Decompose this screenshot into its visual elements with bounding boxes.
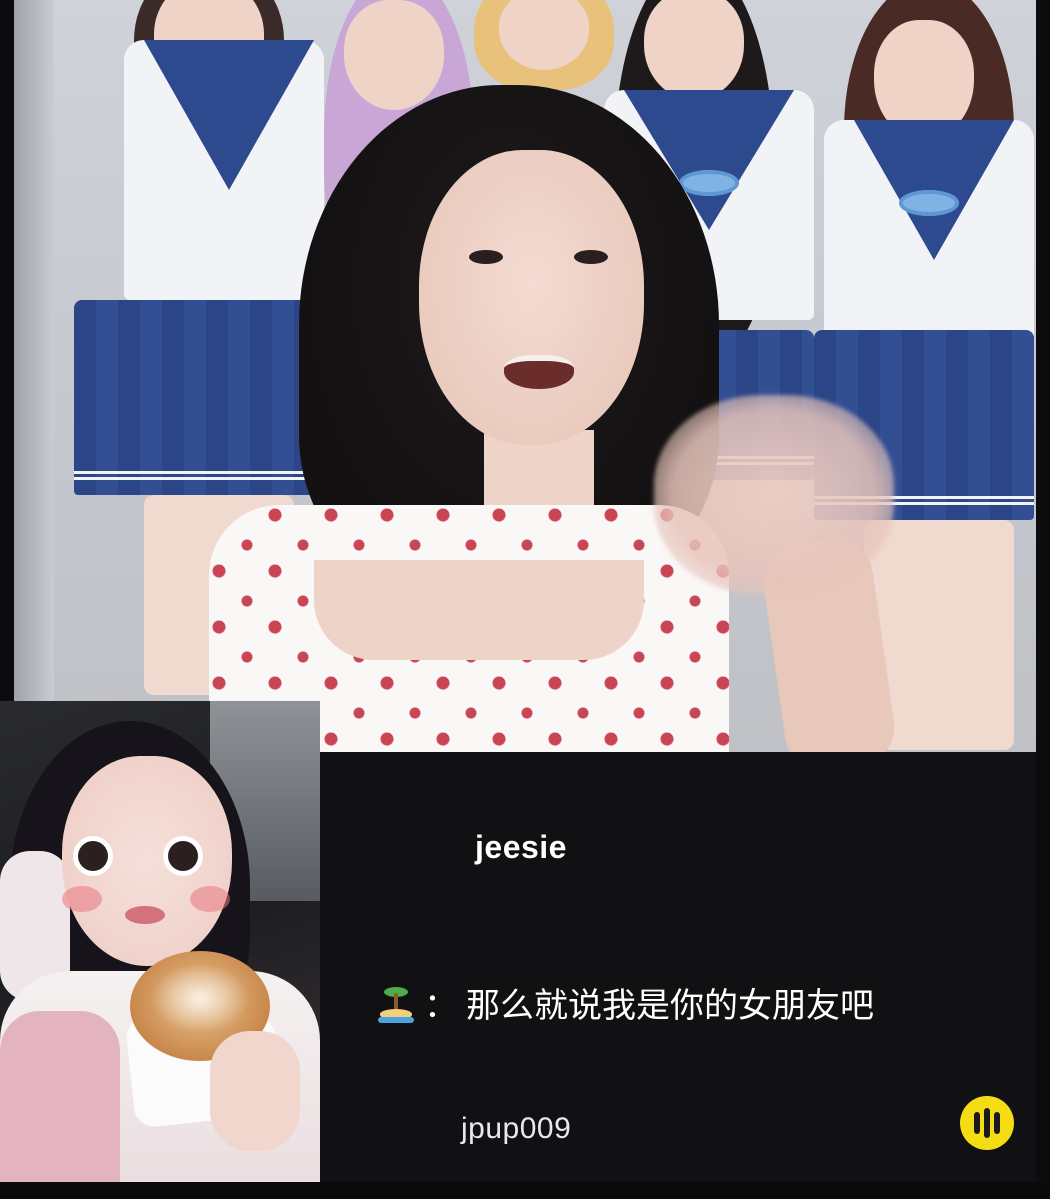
pip-eye [78, 841, 108, 871]
chat-panel [320, 752, 1036, 1182]
voice-wave-icon [974, 1112, 980, 1134]
streamer-mouth [504, 355, 574, 389]
wall-edge [14, 0, 54, 752]
bottom-edge [0, 1182, 1050, 1199]
pip-blush [190, 886, 230, 912]
pip-donut-sugar [150, 963, 250, 1033]
chat-message[interactable]: ： 那么就说我是你的女朋友吧 [378, 978, 874, 1027]
streamer-hand [654, 395, 894, 595]
chat-username[interactable]: jpup009 [461, 1112, 571, 1146]
voice-button[interactable] [960, 1096, 1014, 1150]
pip-eye [168, 841, 198, 871]
pip-blush [62, 886, 102, 912]
pip-hand [210, 1031, 300, 1151]
main-video-feed[interactable] [14, 0, 1036, 752]
pip-apron [0, 1011, 120, 1182]
streamer-eye [469, 250, 503, 264]
streamer-neckline [314, 560, 644, 660]
chat-message-text: 那么就说我是你的女朋友吧 [466, 986, 874, 1026]
voice-wave-icon [994, 1112, 1000, 1134]
chat-separator: ： [424, 986, 458, 1026]
streamer-face [419, 150, 644, 445]
pip-video-thumbnail[interactable] [0, 701, 320, 1182]
host-name[interactable]: jeesie [475, 829, 567, 866]
voice-wave-icon [984, 1108, 990, 1138]
pip-lips [125, 906, 165, 924]
desert-island-icon [378, 983, 414, 1023]
streamer-eye [574, 250, 608, 264]
live-stream-screen: jeesie ： 那么就说我是你的女朋友吧 jpup009 [0, 0, 1050, 1199]
